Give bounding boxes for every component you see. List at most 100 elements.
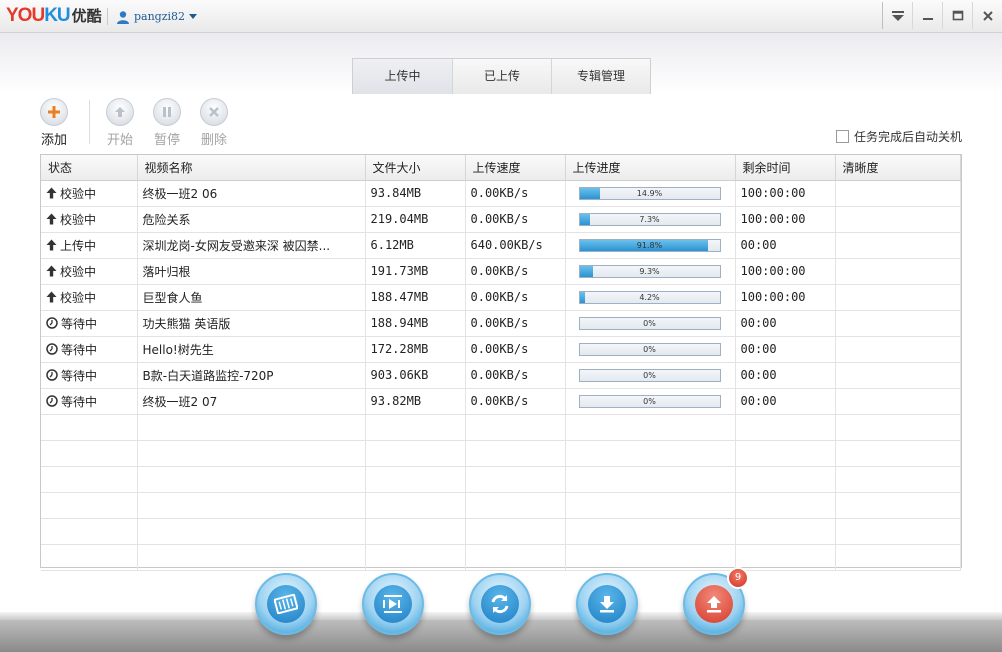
empty-cell [835, 518, 961, 545]
empty-cell [735, 440, 836, 467]
remaining-time-cell: 100:00:00 [735, 206, 836, 233]
title-bar: YOUKU 优酷 pangzi82 [0, 0, 1002, 33]
empty-cell [365, 544, 466, 571]
progress-cell: 14.9% [565, 180, 736, 207]
upload-speed-cell: 0.00KB/s [465, 336, 566, 363]
header-video-name[interactable]: 视频名称 [137, 155, 366, 181]
status-content: 校验中 [46, 289, 136, 306]
header-file-size[interactable]: 文件大小 [365, 155, 466, 181]
download-icon [600, 596, 614, 613]
table-row[interactable]: 校验中 巨型食人鱼 188.47MB 0.00KB/s 4.2% 100:00:00 [41, 284, 961, 311]
progress-bar: 0% [578, 316, 721, 330]
arrow-up-icon [115, 107, 125, 117]
empty-cell [137, 414, 366, 441]
status-content: 等待中 [46, 341, 136, 358]
status-cell: 等待中 [41, 336, 138, 363]
status-text: 校验中 [60, 212, 97, 227]
status-content: 等待中 [46, 315, 136, 332]
video-library-button[interactable] [255, 573, 317, 635]
video-name-cell: 功夫熊猫 英语版 [137, 310, 366, 337]
sync-button[interactable] [469, 573, 531, 635]
maximize-button[interactable] [942, 2, 972, 29]
progress-bar: 0% [578, 394, 721, 408]
table-row[interactable]: 等待中 Hello!树先生 172.28MB 0.00KB/s 0% 00:00 [41, 336, 961, 363]
empty-cell [565, 466, 736, 493]
tab-uploading[interactable]: 上传中 [353, 59, 452, 94]
start-circle [106, 98, 134, 126]
empty-cell [565, 544, 736, 571]
empty-cell [835, 466, 961, 493]
table-row[interactable]: 等待中 功夫熊猫 英语版 188.94MB 0.00KB/s 0% 00:00 [41, 310, 961, 337]
file-size-cell: 903.06KB [365, 362, 466, 389]
header-upload-progress[interactable]: 上传进度 [565, 155, 736, 181]
file-size-cell: 191.73MB [365, 258, 466, 285]
empty-cell [41, 466, 138, 493]
youku-logo: YOUKU 优酷 [6, 5, 102, 27]
user-menu[interactable]: pangzi82 [116, 9, 198, 25]
close-button[interactable] [972, 2, 1002, 29]
remaining-time-cell: 00:00 [735, 336, 836, 363]
table-row[interactable]: 校验中 危险关系 219.04MB 0.00KB/s 7.3% 100:00:00 [41, 206, 961, 233]
auto-shutdown-checkbox[interactable] [836, 130, 849, 143]
upload-speed-cell: 0.00KB/s [465, 284, 566, 311]
header-upload-speed[interactable]: 上传速度 [465, 155, 566, 181]
empty-cell [465, 544, 566, 571]
table-row[interactable]: 等待中 终极一班2 07 93.82MB 0.00KB/s 0% 00:00 [41, 388, 961, 415]
logo-ku: KU [44, 5, 70, 26]
empty-cell [137, 518, 366, 545]
table-row[interactable]: 校验中 落叶归根 191.73MB 0.00KB/s 9.3% 100:00:00 [41, 258, 961, 285]
clock-icon [46, 317, 58, 329]
quality-cell [835, 206, 961, 233]
upload-inner [695, 585, 733, 623]
table-row[interactable]: 上传中 深圳龙岗-女网友受邀来深 被囚禁... 6.12MB 640.00KB/s 91… [41, 232, 961, 259]
pause-button[interactable]: 暂停 [147, 98, 187, 148]
progress-cell: 9.3% [565, 258, 736, 285]
table-row[interactable]: 等待中 B款-白天道路监控-720P 903.06KB 0.00KB/s 0% 00:00 [41, 362, 961, 389]
remaining-time-cell: 100:00:00 [735, 284, 836, 311]
menu-dropdown-button[interactable] [882, 2, 912, 29]
empty-cell [735, 518, 836, 545]
empty-cell [565, 440, 736, 467]
download-button[interactable] [576, 573, 638, 635]
tab-album-management[interactable]: 专辑管理 [551, 59, 650, 94]
video-name-cell: 落叶归根 [137, 258, 366, 285]
status-text: 等待中 [61, 316, 98, 331]
arrow-up-icon [46, 187, 57, 199]
progress-cell: 0% [565, 336, 736, 363]
empty-cell [41, 544, 138, 571]
video-name-cell: 终极一班2 07 [137, 388, 366, 415]
empty-cell [41, 492, 138, 519]
chevron-down-icon [189, 14, 198, 19]
upload-speed-cell: 640.00KB/s [465, 232, 566, 259]
file-size-cell: 188.94MB [365, 310, 466, 337]
auto-shutdown-option[interactable]: 任务完成后自动关机 [836, 128, 962, 145]
progress-bar: 9.3% [578, 264, 721, 278]
arrow-up-icon [46, 265, 57, 277]
add-button[interactable]: 添加 [34, 98, 74, 148]
file-size-cell: 93.82MB [365, 388, 466, 415]
quality-cell [835, 232, 961, 259]
playlist-button[interactable] [362, 573, 424, 635]
logo-cn: 优酷 [71, 8, 102, 25]
header-remaining-time[interactable]: 剩余时间 [735, 155, 836, 181]
status-cell: 等待中 [41, 388, 138, 415]
minimize-button[interactable] [912, 2, 942, 29]
status-content: 等待中 [46, 393, 136, 410]
progress-text: 0% [643, 318, 656, 328]
start-button[interactable]: 开始 [100, 98, 140, 148]
status-text: 校验中 [60, 290, 97, 305]
arrow-up-icon [46, 291, 57, 303]
delete-button[interactable]: 删除 [194, 98, 234, 148]
empty-row [41, 518, 961, 545]
header-quality[interactable]: 清晰度 [835, 155, 961, 181]
header-status[interactable]: 状态 [41, 155, 138, 181]
progress-bar: 14.9% [578, 186, 721, 200]
table-body: 校验中 终极一班2 06 93.84MB 0.00KB/s 14.9% 100:00:00… [41, 180, 961, 571]
empty-cell [465, 518, 566, 545]
table-row[interactable]: 校验中 终极一班2 06 93.84MB 0.00KB/s 14.9% 100:00:00 [41, 180, 961, 207]
empty-cell [365, 466, 466, 493]
tab-uploaded[interactable]: 已上传 [452, 59, 551, 94]
plus-icon [48, 106, 60, 118]
quality-cell [835, 258, 961, 285]
minimize-icon [922, 17, 933, 20]
